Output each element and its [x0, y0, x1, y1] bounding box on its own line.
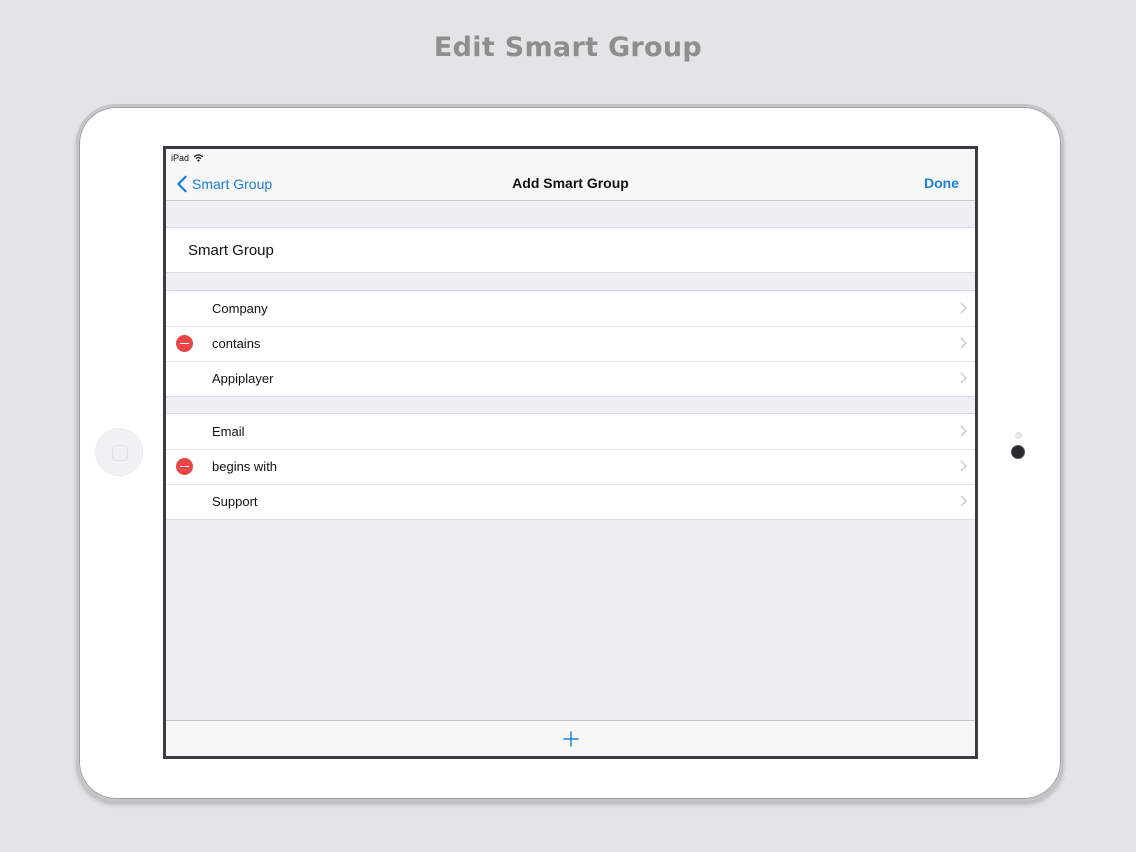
rule-operator-row[interactable]: contains	[166, 326, 975, 361]
chevron-right-icon	[960, 460, 967, 472]
rule-value-label: Support	[212, 494, 258, 509]
rule-value-row[interactable]: Appiplayer	[166, 361, 975, 396]
rule-field-row[interactable]: Email	[166, 414, 975, 449]
plus-icon[interactable]	[562, 730, 580, 748]
chevron-right-icon	[960, 495, 967, 507]
device-label: iPad	[171, 152, 190, 163]
chevron-right-icon	[960, 337, 967, 349]
minus-circle-icon[interactable]	[176, 458, 193, 475]
rule-field-label: Company	[212, 301, 268, 316]
chevron-right-icon	[960, 372, 967, 384]
minus-circle-icon[interactable]	[176, 335, 193, 352]
rule-value-row[interactable]: Support	[166, 484, 975, 519]
status-bar: iPad	[166, 149, 975, 166]
home-button	[95, 428, 143, 476]
wifi-icon	[193, 153, 204, 162]
chevron-left-icon	[177, 175, 187, 192]
rule-operator-row[interactable]: begins with	[166, 449, 975, 484]
headline: Edit Smart Group	[433, 32, 703, 63]
back-button-label: Smart Group	[192, 175, 273, 192]
chevron-right-icon	[960, 425, 967, 437]
back-button[interactable]: Smart Group	[176, 166, 272, 201]
ambient-sensor	[1015, 432, 1022, 439]
page-title: Add Smart Group	[512, 175, 629, 191]
camera	[1012, 446, 1024, 458]
rule-operator-label: begins with	[212, 459, 278, 474]
rule-section-2: Email begins with Support	[166, 413, 975, 520]
rule-value-label: Appiplayer	[212, 371, 274, 386]
rule-operator-label: contains	[212, 336, 261, 351]
rule-section-1: Company contains Appiplayer	[166, 290, 975, 397]
rule-field-label: Email	[212, 424, 245, 439]
bottom-toolbar	[166, 720, 975, 756]
chevron-right-icon	[960, 302, 967, 314]
done-button[interactable]: Done	[924, 166, 959, 201]
screen: iPad Smart Group Add Smart Group Done Sm…	[163, 146, 978, 759]
group-name-field[interactable]: Smart Group	[166, 227, 975, 273]
rule-field-row[interactable]: Company	[166, 291, 975, 326]
nav-bar: Smart Group Add Smart Group Done	[166, 166, 975, 201]
